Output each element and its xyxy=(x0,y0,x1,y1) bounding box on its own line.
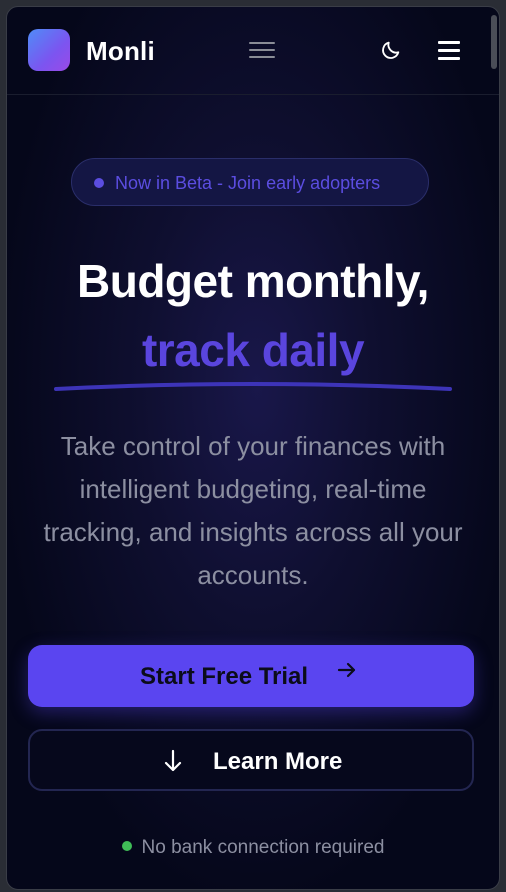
moon-icon[interactable] xyxy=(380,39,402,61)
app-frame: Monli Now in Beta - Join early adopters … xyxy=(6,6,500,890)
beta-badge[interactable]: Now in Beta - Join early adopters xyxy=(71,158,429,206)
arrow-right-icon xyxy=(337,662,356,678)
nav-menu-icon[interactable] xyxy=(249,42,275,60)
hero-description: Take control of your finances with intel… xyxy=(43,431,463,590)
hero-title-line2: track daily xyxy=(141,324,365,376)
learn-more-button[interactable]: Learn More xyxy=(28,729,474,791)
mobile-menu-icon[interactable] xyxy=(438,41,460,61)
arrow-down-icon xyxy=(164,749,182,772)
no-bank-note: No bank connection required xyxy=(7,837,499,859)
start-free-trial-button[interactable]: Start Free Trial xyxy=(28,645,474,707)
beta-badge-text: Now in Beta - Join early adopters xyxy=(115,173,381,193)
status-dot-icon xyxy=(94,178,104,188)
brand-name[interactable]: Monli xyxy=(86,36,155,67)
header: Monli xyxy=(7,7,499,95)
logo-icon[interactable] xyxy=(28,29,70,71)
hero-title-line1: Budget monthly, xyxy=(77,255,429,307)
green-dot-icon xyxy=(121,840,132,851)
start-free-trial-label: Start Free Trial xyxy=(140,663,309,690)
no-bank-note-text: No bank connection required xyxy=(141,837,385,858)
title-underline xyxy=(54,382,452,391)
learn-more-label: Learn More xyxy=(213,748,343,775)
